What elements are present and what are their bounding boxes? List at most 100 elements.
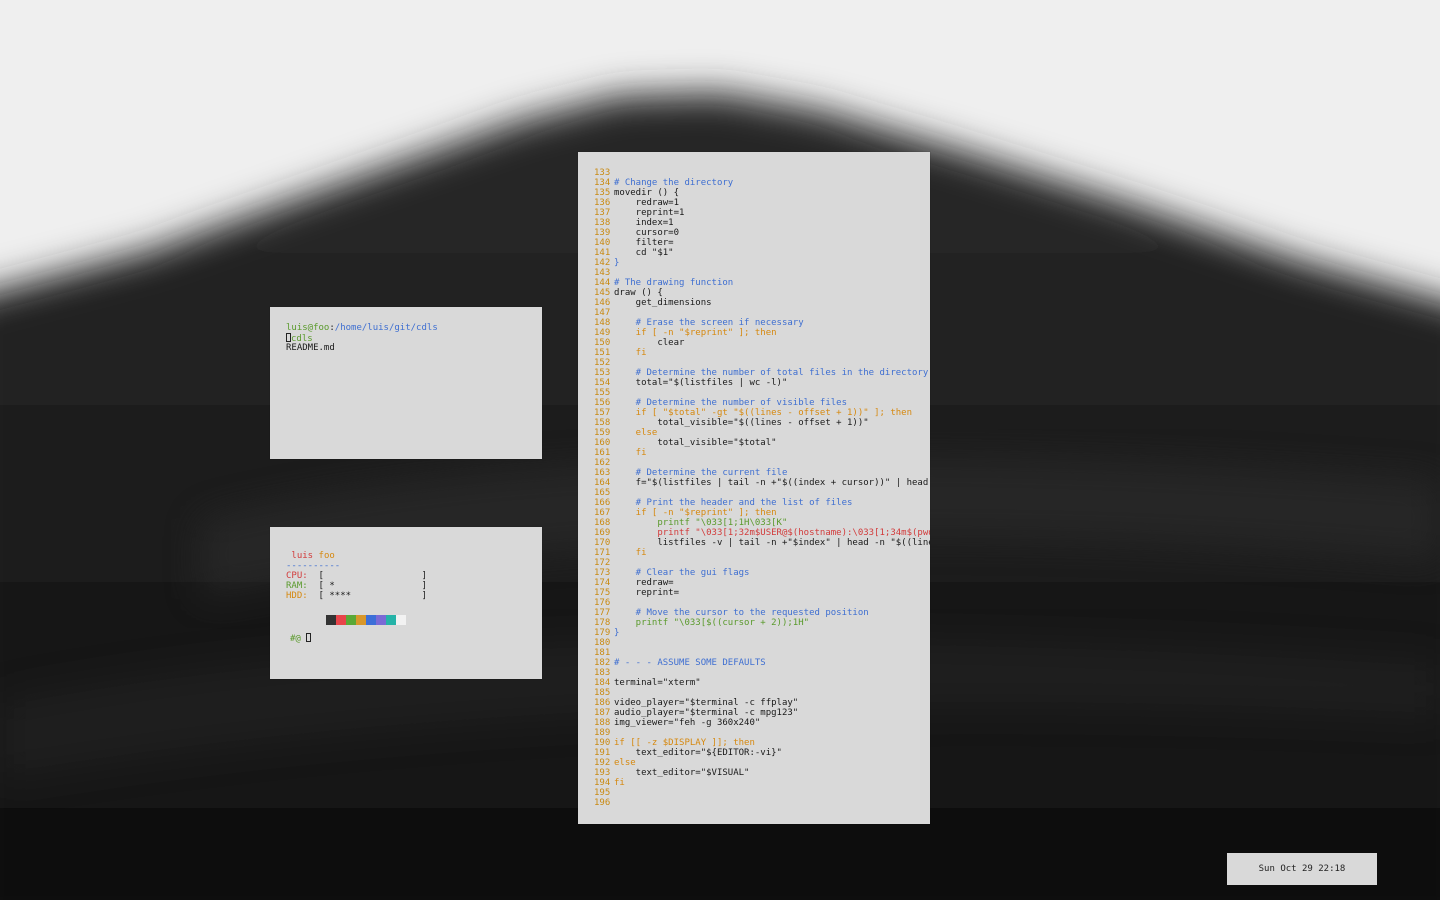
line-number: 191	[594, 748, 611, 758]
code-line: 181	[594, 648, 930, 658]
code-line: 190 if [[ -z $DISPLAY ]]; then	[594, 738, 930, 748]
code-text: clear	[614, 338, 685, 348]
line-number: 190	[594, 738, 611, 748]
prompt-symbol: #@	[290, 634, 301, 644]
code-line: 195	[594, 788, 930, 798]
code-line: 134 # Change the directory	[594, 178, 930, 188]
line-number: 137	[594, 208, 611, 218]
code-text: draw () {	[614, 288, 663, 298]
code-line: 156 # Determine the number of visible fi…	[594, 398, 930, 408]
code-line: 147	[594, 308, 930, 318]
code-line: 151 fi	[594, 348, 930, 358]
code-line: 163 # Determine the current file	[594, 468, 930, 478]
code-editor-window[interactable]: 133 134 # Change the directory 135 movedir (…	[578, 152, 930, 824]
code-line: 187 audio_player="$terminal -c mpg123"	[594, 708, 930, 718]
code-text: if [ "$total" -gt "$((lines - offset + 1…	[614, 408, 913, 418]
line-number: 180	[594, 638, 611, 648]
code-line: 139 cursor=0	[594, 228, 930, 238]
line-number: 139	[594, 228, 611, 238]
code-line: 171 fi	[594, 548, 930, 558]
line-number: 163	[594, 468, 611, 478]
code-line: 167 if [ -n "$reprint" ]; then	[594, 508, 930, 518]
code-text: fi	[614, 778, 625, 788]
code-text: filter=	[614, 238, 674, 248]
code-line: 192 else	[594, 758, 930, 768]
line-number: 136	[594, 198, 611, 208]
text-cursor	[306, 633, 312, 642]
code-line: 184 terminal="xterm"	[594, 678, 930, 688]
code-text: # Determine the number of total files in…	[614, 368, 929, 378]
sysinfo-header: luis foo	[286, 551, 542, 561]
line-number: 188	[594, 718, 611, 728]
hdd-usage-row: HDD: [ **** ]	[286, 591, 542, 601]
code-text: printf "\033[1;32m$USER@$(hostname):\033…	[614, 528, 930, 538]
code-line: 140 filter=	[594, 238, 930, 248]
command-output: README.md	[286, 343, 335, 353]
code-line: 159 else	[594, 428, 930, 438]
ram-label: RAM:	[286, 581, 308, 591]
code-line: 143	[594, 268, 930, 278]
code-line: 136 redraw=1	[594, 198, 930, 208]
code-line: 169 printf "\033[1;32m$USER@$(hostname):…	[594, 528, 930, 538]
line-number: 184	[594, 678, 611, 688]
status-clock: Sun Oct 29 22:18	[1227, 853, 1377, 885]
line-number: 138	[594, 218, 611, 228]
code-text: # Print the header and the list of files	[614, 498, 853, 508]
sysinfo-separator: ----------	[286, 561, 341, 571]
sysinfo-user: luis	[291, 551, 314, 561]
cpu-bar: [ ]	[318, 571, 427, 581]
code-line: 162	[594, 458, 930, 468]
line-number: 181	[594, 648, 611, 658]
code-line: 137 reprint=1	[594, 208, 930, 218]
code-line: 135 movedir () {	[594, 188, 930, 198]
line-number: 192	[594, 758, 611, 768]
color-swatch	[336, 615, 346, 625]
line-number: 196	[594, 798, 611, 808]
line-number: 185	[594, 688, 611, 698]
line-number: 171	[594, 548, 611, 558]
code-lines: 133 134 # Change the directory 135 movedir (…	[594, 168, 930, 808]
hdd-label: HDD:	[286, 591, 308, 601]
code-line: 142}	[594, 258, 930, 268]
line-number: 155	[594, 388, 611, 398]
code-text: reprint=1	[614, 208, 685, 218]
code-line: 194 fi	[594, 778, 930, 788]
code-text: }	[614, 258, 620, 268]
line-number: 156	[594, 398, 611, 408]
shell-prompt-line[interactable]: #@	[290, 633, 542, 644]
line-number: 189	[594, 728, 611, 738]
line-number: 179	[594, 628, 611, 638]
line-number: 160	[594, 438, 611, 448]
code-text: redraw=	[614, 578, 674, 588]
code-text: # The drawing function	[614, 278, 734, 288]
color-swatch	[356, 615, 366, 625]
line-number: 147	[594, 308, 611, 318]
code-line: 153 # Determine the number of total file…	[594, 368, 930, 378]
line-number: 167	[594, 508, 611, 518]
command-line[interactable]: cdls	[286, 333, 542, 344]
code-text: if [[ -z $DISPLAY ]]; then	[614, 738, 755, 748]
code-text: }	[614, 628, 620, 638]
code-text: movedir () {	[614, 188, 680, 198]
line-number: 152	[594, 358, 611, 368]
code-line: 144 # The drawing function	[594, 278, 930, 288]
line-number: 144	[594, 278, 611, 288]
line-number: 165	[594, 488, 611, 498]
line-number: 154	[594, 378, 611, 388]
code-text: fi	[614, 348, 647, 358]
code-line: 174 redraw=	[594, 578, 930, 588]
line-number: 146	[594, 298, 611, 308]
code-line: 177 # Move the cursor to the requested p…	[594, 608, 930, 618]
code-text: terminal="xterm"	[614, 678, 701, 688]
code-line: 161 fi	[594, 448, 930, 458]
code-line: 150 clear	[594, 338, 930, 348]
line-number: 174	[594, 578, 611, 588]
code-text: if [ -n "$reprint" ]; then	[614, 508, 777, 518]
cpu-usage-row: CPU: [ ]	[286, 571, 542, 581]
terminal-window-sysinfo[interactable]: luis foo ---------- CPU: [ ] RAM: [ * ] …	[270, 527, 542, 679]
code-line: 196	[594, 798, 930, 808]
code-text: # Determine the number of visible files	[614, 398, 847, 408]
code-text: else	[614, 758, 636, 768]
line-number: 172	[594, 558, 611, 568]
terminal-window-cdls[interactable]: luis@foo:/home/luis/git/cdls cdls README…	[270, 307, 542, 459]
